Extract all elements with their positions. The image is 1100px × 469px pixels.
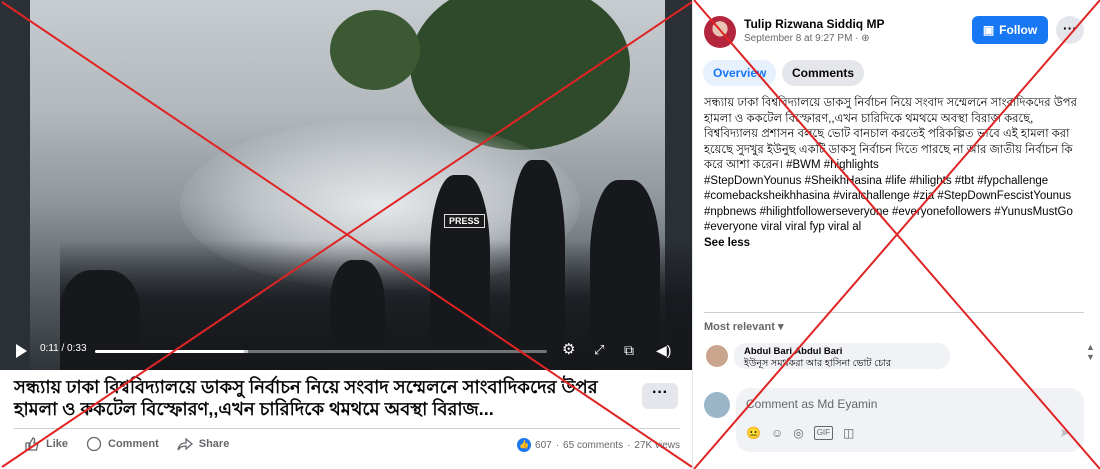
reaction-count[interactable]: 607: [535, 440, 552, 451]
panel-divider: [692, 0, 693, 469]
comment-sort-dropdown[interactable]: Most relevant ▾: [704, 320, 784, 333]
thumbs-up-icon: [25, 437, 39, 451]
play-icon[interactable]: [16, 344, 27, 358]
commenter-name[interactable]: Abdul Bari Abdul Bari: [744, 346, 940, 357]
like-reaction-icon: 👍: [517, 438, 532, 452]
video-controls: 0:11 / 0:33 ⚙ ⤢ ⧉ ◀): [0, 332, 692, 370]
follow-button[interactable]: ▣ Follow: [972, 16, 1048, 44]
send-icon[interactable]: ➤: [1059, 425, 1070, 441]
comment-button[interactable]: Comment: [86, 436, 159, 452]
fullscreen-icon[interactable]: ⤢: [594, 340, 604, 360]
comment-label: Comment: [108, 438, 159, 450]
caption-paragraph: বিশ্ববিদ্যালয় প্রশাসন বলছে ভোট বানচাল ক…: [704, 128, 1073, 171]
commenter-avatar[interactable]: [706, 345, 728, 367]
share-label: Share: [198, 438, 230, 450]
sticker-icon[interactable]: ◫: [843, 426, 854, 440]
post-stats: 👍 607 · 65 comments · 27K views: [517, 438, 680, 452]
globe-icon: ⊕: [861, 33, 870, 44]
see-less-link[interactable]: See less: [704, 236, 1084, 252]
settings-icon[interactable]: ⚙: [562, 340, 575, 360]
follow-label: Follow: [999, 23, 1038, 37]
gif-icon[interactable]: GIF: [813, 426, 834, 440]
post-menu-button[interactable]: ···: [1056, 16, 1084, 44]
video-buffer: [138, 350, 248, 353]
like-button[interactable]: Like: [24, 436, 68, 452]
more-options-button[interactable]: ···: [642, 383, 678, 409]
avatar-sticker-icon[interactable]: 😐: [746, 426, 761, 440]
comment-input[interactable]: Comment as Md Eyamin 😐 ☺ ◎ GIF ◫ ➤: [736, 388, 1084, 452]
comment-icon: [86, 436, 102, 452]
video-progress-bar[interactable]: [95, 350, 547, 353]
tab-comments[interactable]: Comments: [782, 60, 865, 86]
caption-paragraph: সন্ধ্যায় ঢাকা বিশ্ববিদ্যালয়ে ডাকসু নির…: [704, 97, 1077, 125]
composer-tools: 😐 ☺ ◎ GIF ◫: [746, 426, 854, 440]
post-date-text: September 8 at 9:27 PM ·: [744, 33, 862, 44]
stats-separator: ·: [627, 439, 631, 451]
share-button[interactable]: Share: [177, 436, 230, 452]
caption-hashtags[interactable]: #StepDownYounus #SheikhHasina #life #hil…: [704, 174, 1084, 236]
emoji-icon[interactable]: ☺: [771, 426, 783, 440]
camera-icon[interactable]: ◎: [793, 426, 803, 440]
comment-text: ইউনূস সমর্থকরা আর হাসিনা ভোট চোর: [744, 358, 892, 369]
video-frame: [30, 0, 692, 370]
user-avatar: [704, 392, 730, 418]
comment-count[interactable]: 65 comments: [563, 440, 623, 451]
volume-icon[interactable]: ◀): [656, 340, 671, 360]
like-label: Like: [46, 438, 69, 450]
post-date[interactable]: September 8 at 9:27 PM · ⊕: [744, 33, 870, 44]
comment-placeholder: Comment as Md Eyamin: [746, 397, 878, 411]
video-player[interactable]: PRESS 0:11 / 0:33 ⚙ ⤢ ⧉ ◀): [0, 0, 692, 370]
share-icon: [177, 437, 193, 451]
post-title: সন্ধ্যায় ঢাকা বিশ্ববিদ্যালয়ে ডাকসু নির…: [14, 377, 598, 419]
pip-icon[interactable]: ⧉: [624, 340, 634, 360]
author-avatar[interactable]: [704, 16, 736, 48]
divider: [704, 312, 1084, 313]
video-time: 0:11 / 0:33: [40, 343, 87, 354]
view-count: 27K views: [634, 439, 680, 451]
follow-icon: ▣: [982, 23, 995, 37]
post-caption: সন্ধ্যায় ঢাকা বিশ্ববিদ্যালয়ে ডাকসু নির…: [704, 96, 1084, 251]
comment-scroll-arrows[interactable]: ▲ ▼: [1086, 342, 1095, 362]
tab-overview[interactable]: Overview: [703, 60, 777, 86]
author-name[interactable]: Tulip Rizwana Siddiq MP: [744, 17, 884, 31]
stats-separator: ·: [555, 439, 560, 451]
press-label: PRESS: [444, 214, 485, 228]
comment-bubble: Abdul Bari Abdul Bari ইউনূস সমর্থকরা আর …: [734, 343, 950, 369]
post-actions: Like Comment Share: [24, 436, 229, 452]
divider: [14, 428, 680, 429]
